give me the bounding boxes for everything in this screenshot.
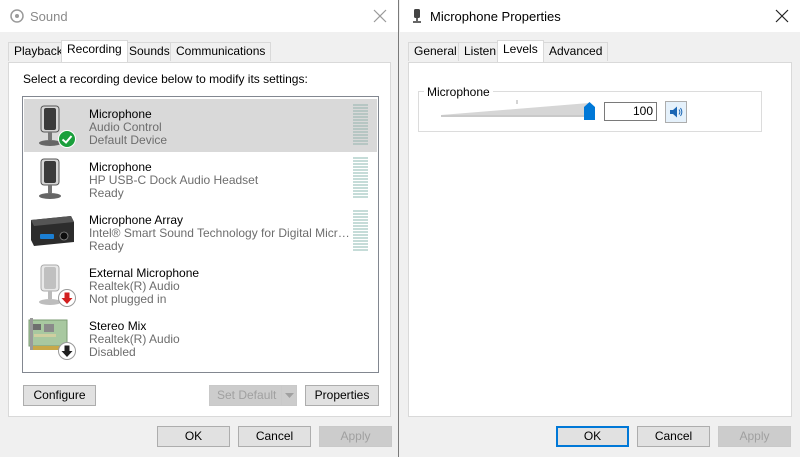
close-icon[interactable] [370,6,390,26]
tab-playback[interactable]: Playback [8,42,69,61]
tab-recording[interactable]: Recording [61,40,128,62]
set-default-label: Set Default [217,388,277,402]
device-desc: Realtek(R) Audio [89,279,180,293]
level-value-field[interactable]: 100 [604,102,657,121]
device-name: Stereo Mix [89,319,147,333]
device-desc: HP USB-C Dock Audio Headset [89,173,259,187]
device-row-microphone-array[interactable]: Microphone Array Intel® Smart Sound Tech… [24,205,377,258]
level-slider[interactable] [441,100,597,122]
sound-titlebar[interactable]: Sound [0,0,398,32]
device-desc: Intel® Smart Sound Technology for Digita… [89,226,351,240]
device-status: Disabled [89,345,136,359]
device-status: Default Device [89,133,168,147]
tab-general[interactable]: General [408,42,463,61]
red-down-arrow-icon [58,289,76,307]
sound-title: Sound [30,9,68,24]
device-desc: Realtek(R) Audio [89,332,180,346]
chevron-down-icon [285,393,294,398]
mic-titlebar[interactable]: Microphone Properties [400,0,800,32]
device-name: Microphone [89,107,152,121]
split-dropdown[interactable] [281,386,296,405]
device-status: Ready [89,186,124,200]
green-check-icon [58,130,76,148]
ok-button[interactable]: OK [157,426,230,447]
set-default-button[interactable]: Set Default [209,385,297,406]
device-status: Not plugged in [89,292,167,306]
cancel-button[interactable]: Cancel [238,426,311,447]
microphone-properties-dialog: Microphone Properties General Listen Lev… [400,0,800,457]
apply-button[interactable]: Apply [319,426,392,447]
apply-button[interactable]: Apply [718,426,791,447]
slider-thumb[interactable] [583,102,595,120]
speaker-app-icon [10,9,24,23]
level-meter [353,157,368,199]
tab-levels[interactable]: Levels [497,40,544,62]
instruction-text: Select a recording device below to modif… [23,72,308,86]
device-name: Microphone Array [89,213,184,227]
slider-track [441,100,589,117]
configure-button[interactable]: Configure [23,385,96,406]
close-icon[interactable] [772,6,792,26]
speaker-icon [670,106,683,118]
properties-button[interactable]: Properties [305,385,379,406]
device-row-stereo-mix[interactable]: Stereo Mix Realtek(R) Audio Disabled [24,311,377,364]
level-group-label: Microphone [424,85,493,99]
disabled-down-arrow-icon [58,342,76,360]
ok-button[interactable]: OK [556,426,629,447]
microphone-app-icon [413,9,421,23]
cancel-button[interactable]: Cancel [637,426,710,447]
level-meter [353,210,368,252]
tab-communications[interactable]: Communications [170,42,272,61]
microphone-icon [39,158,61,199]
level-meter [353,104,368,146]
device-status: Ready [89,239,124,253]
sound-dialog: Sound Playback Recording Sounds Communic… [0,0,399,457]
device-row-microphone-default[interactable]: Microphone Audio Control Default Device [24,99,377,152]
tab-advanced[interactable]: Advanced [543,42,609,61]
mute-toggle-button[interactable] [665,101,687,123]
device-name: Microphone [89,160,152,174]
device-row-microphone-headset[interactable]: Microphone HP USB-C Dock Audio Headset R… [24,152,377,205]
device-name: External Microphone [89,266,200,280]
tab-listen[interactable]: Listen [458,42,503,61]
webcam-array-icon [31,216,74,246]
device-desc: Audio Control [89,120,162,134]
device-list[interactable]: Microphone Audio Control Default Device … [22,96,379,373]
mic-title: Microphone Properties [430,9,561,24]
slider-ramp [441,103,589,115]
device-row-external-microphone[interactable]: External Microphone Realtek(R) Audio Not… [24,258,377,311]
tab-sounds[interactable]: Sounds [123,42,176,61]
